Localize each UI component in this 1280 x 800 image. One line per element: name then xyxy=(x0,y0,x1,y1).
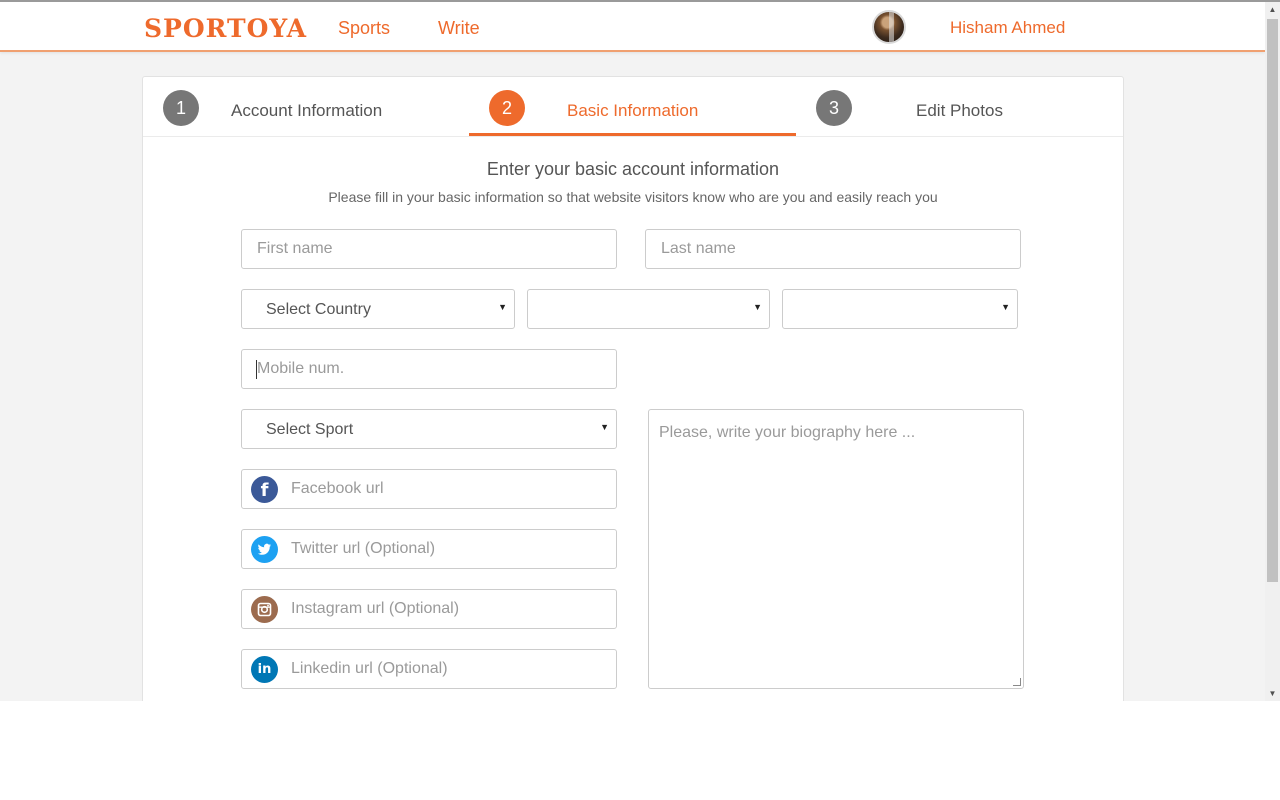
step-basic-information[interactable]: 2 Basic Information xyxy=(489,77,799,137)
step-account-information[interactable]: 1 Account Information xyxy=(163,77,463,137)
text-cursor xyxy=(256,360,257,379)
biography-field[interactable] xyxy=(648,409,1024,689)
site-logo[interactable]: SPORTOYA xyxy=(144,14,307,43)
user-avatar[interactable] xyxy=(872,10,906,44)
first-name-input[interactable] xyxy=(242,230,616,268)
facebook-url-input[interactable] xyxy=(242,470,616,508)
active-step-indicator xyxy=(469,133,796,136)
nav-link-sports[interactable]: Sports xyxy=(338,18,390,39)
form-subtitle: Please fill in your basic information so… xyxy=(328,189,938,205)
instagram-url-field[interactable] xyxy=(241,589,617,629)
scroll-down-arrow-icon[interactable]: ▼ xyxy=(1267,688,1278,700)
first-name-field[interactable] xyxy=(241,229,617,269)
caret-down-icon: ▼ xyxy=(753,302,762,312)
twitter-icon xyxy=(251,536,278,563)
step-label: Account Information xyxy=(231,101,383,120)
facebook-icon: f xyxy=(251,476,278,503)
sport-select[interactable]: Select Sport ▼ xyxy=(241,409,617,449)
scrollbar-thumb[interactable] xyxy=(1267,19,1278,582)
caret-down-icon: ▼ xyxy=(498,302,507,312)
resize-handle[interactable] xyxy=(1013,678,1021,686)
top-navbar: SPORTOYA Sports Write Hisham Ahmed xyxy=(0,2,1265,52)
instagram-url-input[interactable] xyxy=(242,590,616,628)
step-edit-photos[interactable]: 3 Edit Photos xyxy=(816,77,1116,137)
country-select[interactable]: Select Country ▼ xyxy=(241,289,515,329)
step-label: Edit Photos xyxy=(916,101,1003,120)
step-number-badge: 1 xyxy=(163,90,199,126)
sport-select-value: Select Sport xyxy=(266,421,354,438)
step-number-badge: 3 xyxy=(816,90,852,126)
linkedin-icon: in xyxy=(251,656,278,683)
city-select[interactable]: ▼ xyxy=(782,289,1018,329)
biography-textarea[interactable] xyxy=(649,410,1023,688)
step-label: Basic Information xyxy=(567,101,699,120)
user-name-link[interactable]: Hisham Ahmed xyxy=(950,18,1065,38)
mobile-input[interactable] xyxy=(242,350,616,388)
linkedin-url-input[interactable] xyxy=(242,650,616,688)
caret-down-icon: ▼ xyxy=(600,422,609,432)
country-select-value: Select Country xyxy=(266,301,371,318)
state-select[interactable]: ▼ xyxy=(527,289,770,329)
linkedin-url-field[interactable]: in xyxy=(241,649,617,689)
facebook-url-field[interactable]: f xyxy=(241,469,617,509)
browser-viewport: SPORTOYA Sports Write Hisham Ahmed 1 Acc… xyxy=(0,0,1280,701)
instagram-icon xyxy=(251,596,278,623)
step-number-badge: 2 xyxy=(489,90,525,126)
wizard-steps: 1 Account Information 2 Basic Informatio… xyxy=(143,77,1123,137)
last-name-field[interactable] xyxy=(645,229,1021,269)
twitter-url-input[interactable] xyxy=(242,530,616,568)
caret-down-icon: ▼ xyxy=(1001,302,1010,312)
form-title: Enter your basic account information xyxy=(486,159,780,179)
last-name-input[interactable] xyxy=(646,230,1020,268)
twitter-url-field[interactable] xyxy=(241,529,617,569)
mobile-field[interactable] xyxy=(241,349,617,389)
profile-wizard-card: 1 Account Information 2 Basic Informatio… xyxy=(142,76,1124,701)
scroll-up-arrow-icon[interactable]: ▲ xyxy=(1267,4,1278,16)
nav-link-write[interactable]: Write xyxy=(438,18,480,39)
